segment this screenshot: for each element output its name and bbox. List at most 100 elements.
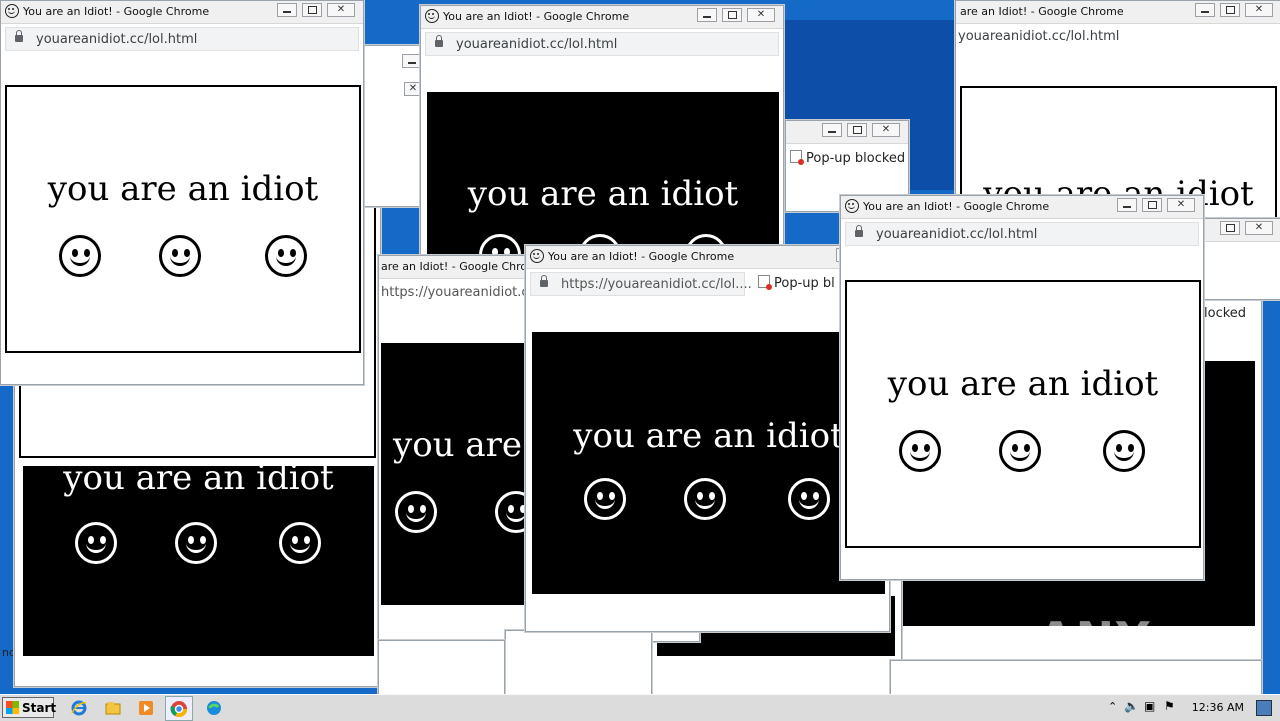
minimize-button[interactable]	[822, 123, 842, 137]
smiley-icon	[788, 478, 830, 520]
close-button[interactable]: ✕	[1167, 198, 1195, 212]
popup-window[interactable]: ✕	[355, 45, 427, 207]
popup-content: you are an idiot	[5, 85, 361, 353]
minimize-button[interactable]	[697, 8, 717, 22]
close-button[interactable]: ✕	[327, 3, 355, 17]
smiley-icon	[684, 478, 726, 520]
smiley-icon	[75, 522, 117, 564]
popup-blocked-label[interactable]: locked	[1204, 306, 1246, 321]
url-text[interactable]: youareanidiot.cc/lol.html	[36, 32, 197, 47]
wallpaper-shape	[780, 20, 960, 130]
system-tray: ⌃ 🔈 ▣ ⚑ 12:36 AM	[1100, 695, 1280, 721]
show-desktop-icon[interactable]	[1256, 700, 1272, 716]
popup-window[interactable]: You are an Idiot! - Google Chrome ✕ youa…	[840, 195, 1204, 580]
popup-blocked-label: Pop-up bl	[774, 276, 835, 291]
smiley-icon	[59, 235, 101, 277]
window-title: are an Idiot! - Google Chrome	[960, 5, 1124, 18]
omnibox[interactable]: youareanidiot.cc/lol.html	[425, 32, 779, 56]
popup-window[interactable]: You are an Idiot! - Google Chrome ✕ youa…	[0, 0, 364, 385]
smiley-icon	[530, 249, 544, 263]
maximize-button[interactable]	[847, 123, 867, 137]
smiley-icon	[999, 430, 1041, 472]
maximize-button[interactable]	[302, 3, 322, 17]
smiley-icon	[395, 491, 437, 533]
minimize-button[interactable]	[277, 3, 297, 17]
minimize-button[interactable]	[1195, 3, 1215, 17]
idiot-message: you are an idiot	[887, 364, 1159, 404]
flag-icon[interactable]: ⚑	[1164, 699, 1175, 713]
minimize-button[interactable]	[1117, 198, 1137, 212]
maximize-button[interactable]	[1220, 3, 1240, 17]
window-title: You are an Idiot! - Google Chrome	[23, 5, 210, 18]
window-title: are an Idiot! - Google Chrome	[381, 260, 545, 273]
start-label: Start	[22, 701, 57, 715]
titlebar[interactable]: You are an Idiot! - Google Chrome ✕	[841, 196, 1203, 219]
smiley-icon	[584, 478, 626, 520]
media-player-icon[interactable]	[137, 699, 155, 717]
idiot-message: you are an idiot	[467, 174, 739, 214]
explorer-icon[interactable]	[104, 699, 122, 717]
popup-window[interactable]	[378, 640, 505, 694]
start-button[interactable]: Start	[2, 697, 57, 718]
lock-icon	[540, 275, 548, 287]
chrome-icon	[170, 701, 188, 718]
maximize-button[interactable]	[1142, 198, 1162, 212]
smiley-icon	[845, 199, 859, 213]
idiot-message: you are an idiot	[47, 169, 319, 209]
popup-window[interactable]: You are an Idiot! - Google Chrome https:…	[525, 245, 890, 632]
popup-window[interactable]: ✕	[1195, 218, 1280, 300]
maximize-button[interactable]	[1220, 221, 1240, 235]
popup-window[interactable]	[505, 630, 652, 694]
close-button[interactable]: ✕	[1245, 3, 1273, 17]
window-title: You are an Idiot! - Google Chrome	[548, 250, 735, 263]
popup-blocked-label: Pop-up blocked	[806, 151, 906, 166]
popup-blocked-indicator[interactable]: Pop-up bl	[758, 275, 835, 291]
popup-content: you are an idiot	[23, 458, 374, 656]
omnibox[interactable]: youareanidiot.cc/lol.html	[5, 27, 359, 51]
idiot-message: you are an idiot	[63, 458, 334, 498]
close-button[interactable]: ✕	[1245, 221, 1273, 235]
titlebar[interactable]: You are an Idiot! - Google Chrome ✕	[421, 6, 783, 29]
omnibox[interactable]: youareanidiot.cc/lol.html	[845, 222, 1199, 246]
popup-blocked-icon	[758, 275, 772, 290]
lock-icon	[435, 35, 443, 47]
url-text[interactable]: youareanidiot.cc/lol.html	[876, 227, 1037, 242]
desktop: no ✕ locked are an Idiot! - Google Chrom…	[0, 0, 1280, 694]
popup-content: you are an idiot	[532, 332, 885, 594]
address-bar[interactable]: youareanidiot.cc/lol.html	[1, 24, 363, 54]
titlebar[interactable]: You are an Idiot! - Google Chrome ✕	[1, 1, 363, 24]
url-text[interactable]: youareanidiot.cc/lol.html	[456, 37, 617, 52]
popup-content: you are an idiot	[845, 280, 1201, 548]
clock[interactable]: 12:36 AM	[1192, 701, 1244, 714]
titlebar[interactable]: are an Idiot! - Google Chrome ✕	[956, 1, 1280, 24]
idiot-message: you are	[393, 425, 523, 465]
idiot-message: you are an idiot	[573, 416, 844, 456]
address-bar[interactable]: youareanidiot.cc/lol.html	[421, 29, 783, 59]
edge-icon[interactable]	[205, 699, 223, 717]
close-button[interactable]: ✕	[747, 8, 775, 22]
close-button[interactable]: ✕	[872, 123, 900, 137]
watermark-text: ANY RUN	[1038, 612, 1156, 694]
smiley-icon	[1103, 430, 1145, 472]
titlebar[interactable]: ✕	[786, 121, 908, 144]
omnibox[interactable]: https://youareanidiot.cc/lol....	[530, 272, 752, 296]
address-bar[interactable]: https://youareanidiot.cc/lol.... Pop-up …	[526, 269, 889, 299]
url-text[interactable]: https://youareanidiot.cc/lol....	[561, 277, 752, 292]
network-icon[interactable]: ▣	[1144, 699, 1155, 713]
maximize-button[interactable]	[722, 8, 742, 22]
ie-icon[interactable]	[70, 699, 88, 717]
titlebar[interactable]: You are an Idiot! - Google Chrome	[526, 246, 889, 269]
address-bar[interactable]: youareanidiot.cc/lol.html	[956, 24, 1280, 54]
speaker-icon[interactable]: 🔈	[1124, 699, 1139, 713]
popup-blocked-indicator[interactable]: Pop-up blocked	[790, 150, 905, 166]
lock-icon	[855, 225, 863, 237]
titlebar[interactable]: ✕	[1196, 219, 1280, 242]
smiley-icon	[159, 235, 201, 277]
window-title: You are an Idiot! - Google Chrome	[863, 200, 1050, 213]
show-hidden-icons-icon[interactable]: ⌃	[1108, 700, 1117, 713]
minimize-button[interactable]	[402, 54, 422, 68]
popup-blocked-icon	[790, 150, 804, 165]
address-bar[interactable]: youareanidiot.cc/lol.html	[841, 219, 1203, 249]
url-text[interactable]: youareanidiot.cc/lol.html	[958, 29, 1119, 44]
chrome-taskbar-button[interactable]	[165, 696, 193, 721]
